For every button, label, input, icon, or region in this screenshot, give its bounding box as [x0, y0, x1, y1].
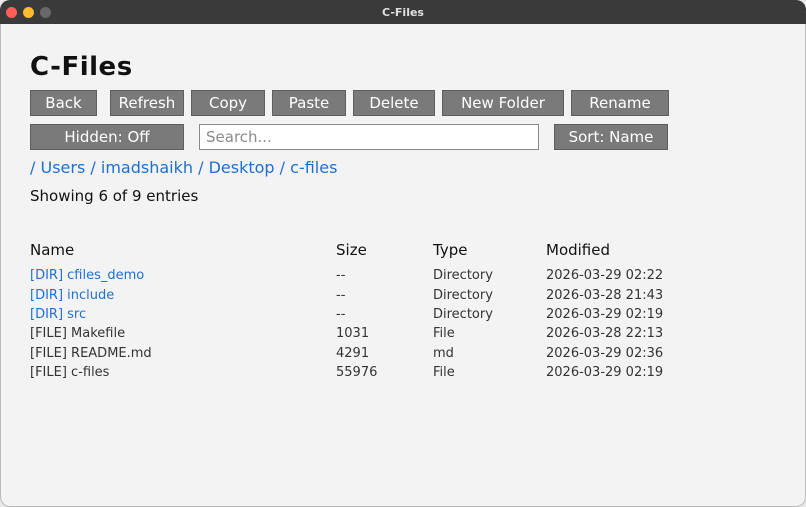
toolbar: Back Refresh Copy Paste Delete New Folde…: [30, 90, 669, 116]
file-table: Name Size Type Modified [DIR] cfiles_dem…: [30, 238, 730, 382]
table-row[interactable]: [DIR] include -- Directory 2026-03-28 21…: [30, 285, 730, 304]
sort-button[interactable]: Sort: Name: [554, 124, 668, 150]
table-row[interactable]: [DIR] cfiles_demo -- Directory 2026-03-2…: [30, 266, 730, 285]
breadcrumb-c-files[interactable]: c-files: [290, 158, 337, 177]
file-size: 1031: [336, 326, 370, 342]
file-type: Directory: [433, 306, 493, 322]
new-folder-button[interactable]: New Folder: [442, 90, 564, 116]
rename-button[interactable]: Rename: [571, 90, 669, 116]
page-title: C-Files: [30, 52, 133, 82]
copy-button[interactable]: Copy: [191, 90, 265, 116]
hidden-toggle-button[interactable]: Hidden: Off: [30, 124, 184, 150]
file-size: --: [336, 306, 346, 322]
file-type: md: [433, 345, 454, 361]
file-name[interactable]: [FILE] README.md: [30, 346, 336, 361]
breadcrumb: / Users / imadshaikh / Desktop / c-files: [30, 158, 337, 177]
breadcrumb-imadshaikh[interactable]: imadshaikh: [101, 158, 193, 177]
breadcrumb-separator: /: [279, 158, 286, 177]
window-controls: [6, 7, 51, 18]
file-size: --: [336, 287, 346, 303]
file-modified: 2026-03-29 02:36: [546, 345, 664, 361]
column-header-modified[interactable]: Modified: [546, 241, 716, 259]
table-row[interactable]: [FILE] Makefile 1031 File 2026-03-28 22:…: [30, 324, 730, 343]
file-modified: 2026-03-28 22:13: [546, 326, 664, 342]
column-header-name[interactable]: Name: [30, 241, 336, 259]
file-name[interactable]: [DIR] cfiles_demo: [30, 268, 336, 283]
minimize-window-icon[interactable]: [23, 7, 34, 18]
file-modified: 2026-03-29 02:19: [546, 306, 664, 322]
paste-button[interactable]: Paste: [272, 90, 346, 116]
file-modified: 2026-03-28 21:43: [546, 287, 664, 303]
file-type: File: [433, 365, 455, 381]
delete-button[interactable]: Delete: [353, 90, 435, 116]
file-size: 4291: [336, 345, 370, 361]
title-bar[interactable]: C-Files: [0, 0, 806, 24]
file-name[interactable]: [FILE] c-files: [30, 365, 336, 380]
breadcrumb-users[interactable]: Users: [40, 158, 85, 177]
file-type: File: [433, 326, 455, 342]
file-name[interactable]: [FILE] Makefile: [30, 326, 336, 341]
table-row[interactable]: [FILE] README.md 4291 md 2026-03-29 02:3…: [30, 344, 730, 363]
close-window-icon[interactable]: [6, 7, 17, 18]
table-row[interactable]: [FILE] c-files 55976 File 2026-03-29 02:…: [30, 363, 730, 382]
filter-row: Hidden: Off Sort: Name: [30, 124, 670, 150]
search-input[interactable]: [199, 124, 539, 150]
breadcrumb-desktop[interactable]: Desktop: [209, 158, 275, 177]
breadcrumb-separator: /: [198, 158, 204, 177]
back-button[interactable]: Back: [30, 90, 97, 116]
window-title: C-Files: [382, 5, 424, 19]
file-modified: 2026-03-29 02:22: [546, 268, 664, 284]
table-header: Name Size Type Modified: [30, 238, 730, 262]
maximize-window-icon[interactable]: [40, 7, 51, 18]
file-size: --: [336, 268, 346, 284]
table-row[interactable]: [DIR] src -- Directory 2026-03-29 02:19: [30, 305, 730, 324]
file-name[interactable]: [DIR] include: [30, 288, 336, 303]
entry-count-status: Showing 6 of 9 entries: [30, 187, 199, 205]
file-type: Directory: [433, 287, 493, 303]
refresh-button[interactable]: Refresh: [110, 90, 184, 116]
file-size: 55976: [336, 365, 378, 381]
file-modified: 2026-03-29 02:19: [546, 365, 664, 381]
file-type: Directory: [433, 268, 493, 284]
breadcrumb-separator: /: [30, 158, 36, 177]
breadcrumb-separator: /: [90, 158, 96, 177]
column-header-type[interactable]: Type: [433, 241, 546, 259]
app-window: C-Files C-Files Back Refresh Copy Paste …: [0, 0, 806, 507]
file-name[interactable]: [DIR] src: [30, 307, 336, 322]
column-header-size[interactable]: Size: [336, 241, 433, 259]
